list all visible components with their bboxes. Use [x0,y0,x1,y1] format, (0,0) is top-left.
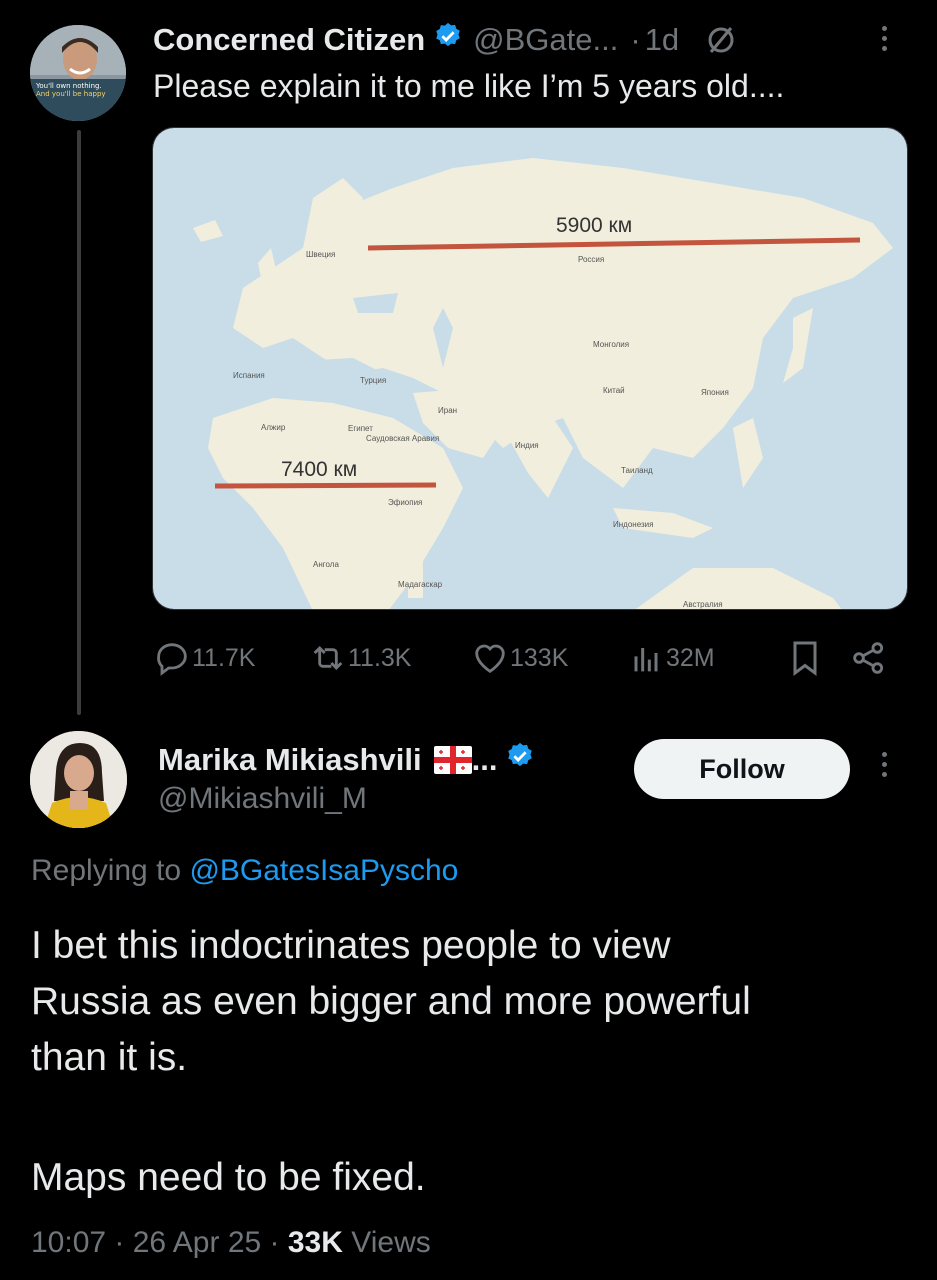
reply-metadata: 10:07 · 26 Apr 25 · 33K Views [31,1226,431,1259]
georgia-flag-graphic [433,746,472,774]
author-avatar[interactable]: You'll own nothing. And you'll be happy [30,25,126,121]
bookmark-icon [785,638,825,678]
reply-text-line: I bet this indoctrinates people to view [31,924,671,967]
replying-prefix: Replying to [31,854,182,887]
map-label-7400: 7400 км [281,458,358,481]
place-label: Эфиопия [388,498,423,507]
place-label: Турция [360,376,387,385]
map-graphic [153,128,907,609]
place-label: Ангола [313,560,339,569]
reply-text-line: Maps need to be fixed. [31,1156,426,1199]
place-label: Алжир [261,423,286,432]
grok-icon[interactable] [705,24,737,56]
place-label: Египет [348,424,373,433]
reply-time[interactable]: 10:07 [31,1226,106,1259]
follow-button[interactable]: Follow [634,739,850,799]
like-action[interactable]: 133K [470,636,568,680]
like-count: 133K [510,643,569,672]
place-label: Монголия [593,340,630,349]
reply-count: 11.7K [192,643,256,672]
reply-views-count: 33K [287,1226,343,1259]
avatar-caption: You'll own nothing. And you'll be happy [36,82,106,98]
reply-text-line: Russia as even bigger and more powerful [31,980,751,1023]
repost-icon [308,638,348,678]
repost-count: 11.3K [348,643,412,672]
separator-dot: · [630,22,641,57]
bookmark-action[interactable] [785,636,825,680]
place-label: Саудовская Аравия [366,434,440,443]
place-label: Таиланд [621,466,653,475]
tweet-action-bar: 11.7K 11.3K 133K 32M [152,636,892,680]
reply-action[interactable]: 11.7K [152,636,255,680]
place-label: Индонезия [613,520,654,529]
place-label: Испания [233,371,265,380]
tweet-header: Concerned Citizen @BGate... · 1d [153,18,737,62]
reply-date[interactable]: 26 Apr 25 [133,1226,261,1259]
heart-icon [470,638,510,678]
views-icon [626,638,666,678]
tweet-text: Please explain it to me like I’m 5 years… [153,68,785,104]
place-label: Мадагаскар [398,580,443,589]
reply-header: Marika Mikiashvili 🇬🇪 ... [158,738,535,782]
replying-to: Replying to @BGatesIsaPyscho [31,854,458,888]
thread-line [77,130,81,715]
avatar-photo [30,25,126,121]
author-handle[interactable]: @BGate... [473,22,618,58]
reply-icon [152,638,192,678]
place-label: Индия [515,441,539,450]
reply-views-label: Views [351,1226,431,1259]
place-label: Россия [578,255,605,264]
place-label: Иран [438,406,458,415]
reply-author-handle[interactable]: @Mikiashvili_M [158,782,367,816]
author-name[interactable]: Concerned Citizen [153,22,425,58]
tweet-map-image[interactable]: 5900 км 7400 км Швеция Россия Монголия К… [152,127,908,610]
reply-author-avatar[interactable] [30,731,127,828]
place-label: Австралия [683,600,723,609]
tweet-time[interactable]: 1d [645,22,679,58]
verified-badge-icon [505,741,535,779]
share-action[interactable] [849,636,889,680]
place-label: Китай [603,386,625,395]
place-label: Швеция [306,250,336,259]
place-label: Япония [701,388,729,397]
views-action[interactable]: 32M [626,636,715,680]
avatar-photo [30,731,127,828]
views-count: 32M [666,643,715,672]
reply-text-line: than it is. [31,1036,188,1079]
reply-name-ellipsis: ... [471,742,498,777]
reply-author-name[interactable]: Marika Mikiashvili [158,742,422,778]
repost-action[interactable]: 11.3K [308,636,411,680]
more-options-icon[interactable] [882,752,887,777]
verified-badge-icon [433,21,463,59]
map-label-5900: 5900 км [556,214,633,237]
share-icon [849,638,889,678]
more-options-icon[interactable] [882,26,887,51]
replying-to-handle-link[interactable]: @BGatesIsaPyscho [189,854,458,887]
